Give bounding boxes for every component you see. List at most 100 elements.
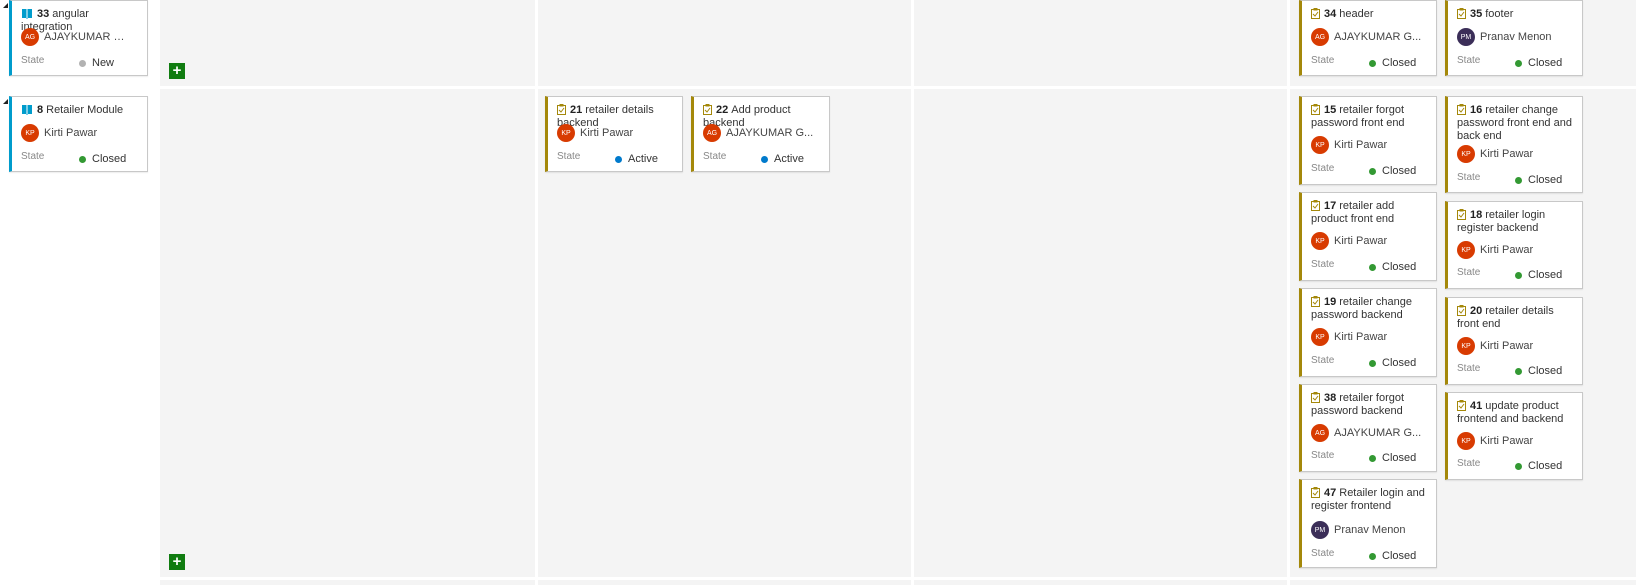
work-item-card[interactable]: 21 retailer details backend KP Kirti Pawa… (545, 96, 683, 172)
avatar: AG (1311, 28, 1329, 46)
state-label: State (21, 55, 45, 66)
state-label: State (1457, 363, 1481, 374)
state-value[interactable]: Closed (1369, 357, 1416, 369)
avatar: AG (703, 124, 721, 142)
card-assignee[interactable]: AG AJAYKUMAR G... (703, 124, 813, 142)
work-item-id: 18 (1470, 209, 1483, 221)
work-item-card[interactable]: 38 retailer forgot password backend AG AJ… (1299, 384, 1437, 472)
work-item-card[interactable]: 22 Add product backend AG AJAYKUMAR G... … (691, 96, 830, 172)
card-assignee[interactable]: KP Kirti Pawar (1457, 432, 1533, 450)
state-value[interactable]: Closed (1515, 365, 1562, 377)
state-text: Closed (1528, 174, 1563, 186)
work-item-card[interactable]: 33angular integration AG AJAYKUMAR GAN..… (9, 0, 148, 76)
card-state: State Closed (1311, 450, 1430, 464)
card-state: State Closed (1457, 267, 1576, 281)
state-value[interactable]: Closed (1515, 174, 1562, 186)
avatar: KP (21, 124, 39, 142)
assignee-name: Kirti Pawar (44, 127, 98, 139)
work-item-card[interactable]: 47 Retailer login and register frontend P… (1299, 479, 1437, 568)
avatar: KP (1457, 337, 1475, 355)
state-dot-icon (1515, 176, 1522, 184)
state-dot-icon (1515, 271, 1522, 279)
state-value[interactable]: Closed (1369, 550, 1416, 562)
state-dot-icon (1515, 367, 1522, 375)
add-task-button[interactable]: + (169, 63, 185, 79)
card-assignee[interactable]: KP Kirti Pawar (1457, 241, 1533, 259)
task-clipboard-icon (1457, 8, 1466, 19)
work-item-card[interactable]: 20 retailer details front end KP Kirti Pa… (1445, 297, 1583, 385)
card-assignee[interactable]: KP Kirti Pawar (1311, 328, 1387, 346)
state-dot-icon (79, 59, 86, 67)
card-assignee[interactable]: KP Kirti Pawar (1457, 145, 1533, 163)
state-label: State (1457, 267, 1481, 278)
work-item-card[interactable]: 41 update product frontend and backend KP… (1445, 392, 1583, 480)
card-state: State Closed (1457, 172, 1576, 186)
card-state: State Closed (1311, 259, 1430, 273)
card-assignee[interactable]: KP Kirti Pawar (557, 124, 633, 142)
work-item-card[interactable]: 16 retailer change password front end and… (1445, 96, 1583, 193)
assignee-name: Kirti Pawar (1480, 148, 1534, 160)
state-value[interactable]: New (79, 57, 114, 69)
avatar: KP (1457, 145, 1475, 163)
add-task-button[interactable]: + (169, 554, 185, 570)
work-item-card[interactable]: 34 header AG AJAYKUMAR G... State Closed (1299, 0, 1437, 76)
work-item-title[interactable]: Retailer Module (46, 104, 123, 116)
work-item-card[interactable]: 35 footer PM Pranav Menon State Closed (1445, 0, 1583, 76)
work-item-title[interactable]: header (1339, 8, 1373, 20)
state-text: Closed (1382, 165, 1417, 177)
card-title: 15 retailer forgot password front end (1311, 104, 1430, 130)
avatar: KP (1311, 328, 1329, 346)
assignee-name: Kirti Pawar (1480, 340, 1534, 352)
state-value[interactable]: Closed (1369, 57, 1416, 69)
card-assignee[interactable]: AG AJAYKUMAR G... (1311, 424, 1421, 442)
task-clipboard-icon (1457, 209, 1466, 220)
card-assignee[interactable]: AG AJAYKUMAR GAN... (21, 28, 132, 46)
state-dot-icon (1515, 59, 1522, 67)
state-dot-icon (761, 155, 768, 163)
state-value[interactable]: Closed (1515, 460, 1562, 472)
card-assignee[interactable]: KP Kirti Pawar (1311, 232, 1387, 250)
avatar: KP (557, 124, 575, 142)
work-item-card[interactable]: 17 retailer add product front end KP Kirt… (1299, 192, 1437, 281)
state-value[interactable]: Active (615, 153, 658, 165)
work-item-card[interactable]: 15 retailer forgot password front end KP … (1299, 96, 1437, 185)
state-label: State (21, 151, 45, 162)
state-value[interactable]: Closed (1369, 165, 1416, 177)
state-text: Closed (1528, 460, 1563, 472)
task-clipboard-icon (1457, 104, 1466, 115)
card-title: 20 retailer details front end (1457, 305, 1576, 331)
card-assignee[interactable]: KP Kirti Pawar (1457, 337, 1533, 355)
state-value[interactable]: Closed (1515, 269, 1562, 281)
state-text: New (92, 57, 115, 69)
assignee-name: AJAYKUMAR GAN... (44, 31, 132, 43)
card-title: 38 retailer forgot password backend (1311, 392, 1430, 418)
state-value[interactable]: Closed (79, 153, 126, 165)
avatar: KP (1457, 432, 1475, 450)
task-clipboard-icon (1311, 8, 1320, 19)
card-assignee[interactable]: KP Kirti Pawar (1311, 136, 1387, 154)
work-item-card[interactable]: 19 retailer change password backend KP Ki… (1299, 288, 1437, 377)
row-expander-icon[interactable] (3, 99, 8, 104)
state-value[interactable]: Closed (1515, 57, 1562, 69)
work-item-card[interactable]: 18 retailer login register backend KP Kir… (1445, 201, 1583, 289)
card-title: 41 update product frontend and backend (1457, 400, 1576, 426)
state-dot-icon (79, 155, 86, 163)
work-item-card[interactable]: 8 Retailer Module KP Kirti Pawar State Cl… (9, 96, 148, 172)
task-clipboard-icon (1457, 400, 1466, 411)
card-assignee[interactable]: PM Pranav Menon (1457, 28, 1552, 46)
state-label: State (1457, 55, 1481, 66)
card-assignee[interactable]: KP Kirti Pawar (21, 124, 97, 142)
state-value[interactable]: Closed (1369, 261, 1416, 273)
card-assignee[interactable]: AG AJAYKUMAR G... (1311, 28, 1421, 46)
state-value[interactable]: Active (761, 153, 804, 165)
card-title: 34 header (1311, 8, 1430, 21)
state-label: State (557, 151, 581, 162)
state-value[interactable]: Closed (1369, 452, 1416, 464)
work-item-id: 20 (1470, 305, 1483, 317)
work-item-title[interactable]: footer (1485, 8, 1513, 20)
row-expander-icon[interactable] (3, 3, 8, 8)
avatar: AG (1311, 424, 1329, 442)
card-assignee[interactable]: PM Pranav Menon (1311, 521, 1406, 539)
row-separator (160, 577, 1636, 580)
card-title: 47 Retailer login and register frontend (1311, 487, 1430, 513)
